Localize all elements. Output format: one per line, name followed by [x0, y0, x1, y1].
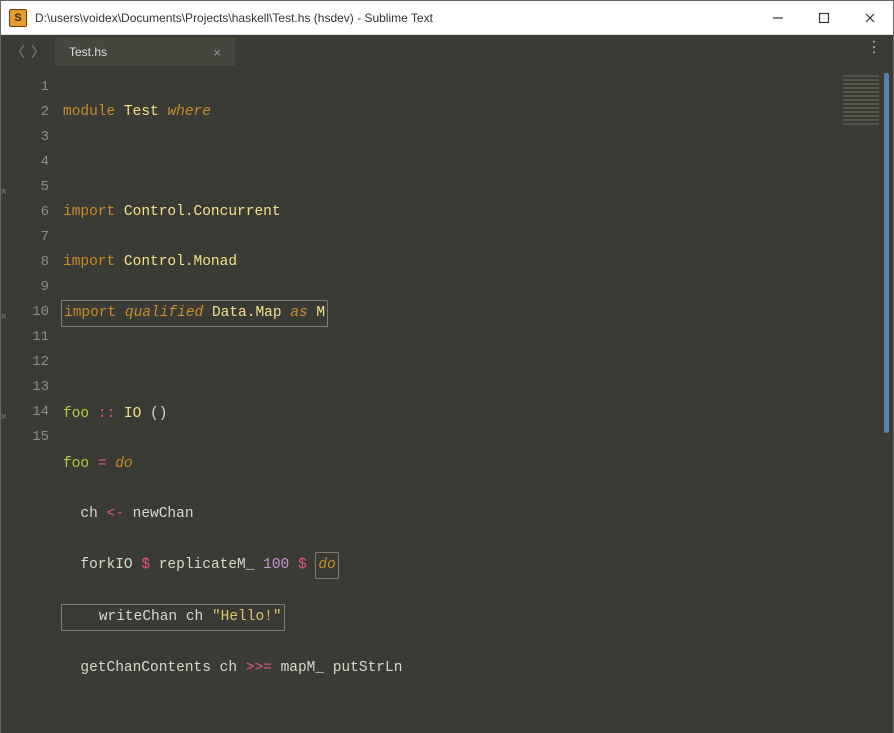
window-title: D:\users\voidex\Documents\Projects\haske…: [35, 11, 755, 25]
tab-strip: 〈 〉 Test.hs × ⋯: [1, 35, 893, 69]
gutter: 1 2 3 4 ×5 6 7 8 9 ×10 11 12 13 ×14 15: [1, 69, 59, 733]
app-icon: S: [9, 9, 27, 27]
code-line[interactable]: import qualified Data.Map as M: [63, 300, 893, 327]
line-number: 7: [1, 225, 49, 250]
code-line[interactable]: module Test where: [63, 100, 893, 125]
minimize-button[interactable]: [755, 1, 801, 35]
maximize-button[interactable]: [801, 1, 847, 35]
code-line[interactable]: [63, 150, 893, 175]
code-line[interactable]: writeChan ch "Hello!": [63, 604, 893, 631]
code-line[interactable]: foo = do: [63, 452, 893, 477]
code-line[interactable]: foo :: IO (): [63, 402, 893, 427]
line-number: 1: [1, 75, 49, 100]
minimap[interactable]: [843, 75, 879, 125]
line-number: 11: [1, 325, 49, 350]
code-line[interactable]: getChanContents ch >>= mapM_ putStrLn: [63, 656, 893, 681]
line-number: 3: [1, 125, 49, 150]
nav-back-icon[interactable]: 〈: [11, 42, 25, 62]
window-frame: S D:\users\voidex\Documents\Projects\has…: [0, 0, 894, 733]
tab-close-icon[interactable]: ×: [213, 45, 221, 60]
gutter-mark-icon: ×: [0, 181, 7, 189]
titlebar[interactable]: S D:\users\voidex\Documents\Projects\has…: [1, 1, 893, 35]
code-line[interactable]: ch <- newChan: [63, 502, 893, 527]
gutter-mark-icon: ×: [0, 306, 7, 314]
editor[interactable]: 1 2 3 4 ×5 6 7 8 9 ×10 11 12 13 ×14 15 m…: [1, 69, 893, 733]
line-number: 4: [1, 150, 49, 175]
nav-forward-icon[interactable]: 〉: [31, 42, 45, 62]
line-number: 15: [1, 425, 49, 450]
code-area[interactable]: module Test where import Control.Concurr…: [59, 69, 893, 733]
scrollbar[interactable]: [884, 73, 889, 433]
code-line[interactable]: import Control.Monad: [63, 250, 893, 275]
close-button[interactable]: [847, 1, 893, 35]
window-controls: [755, 1, 893, 35]
tab-active[interactable]: Test.hs ×: [55, 38, 235, 66]
line-number: 2: [1, 100, 49, 125]
app-body: 〈 〉 Test.hs × ⋯ 1 2 3 4 ×5 6 7 8 9 ×10 1…: [1, 35, 893, 733]
gutter-mark-icon: ×: [0, 406, 7, 414]
line-number: 9: [1, 275, 49, 300]
code-line[interactable]: import Control.Concurrent: [63, 200, 893, 225]
code-line[interactable]: [63, 352, 893, 377]
tab-label: Test.hs: [69, 45, 107, 59]
nav-arrows: 〈 〉: [7, 42, 45, 62]
line-number: 13: [1, 375, 49, 400]
line-number: ×5: [1, 175, 49, 200]
line-number: ×10: [1, 300, 49, 325]
overflow-menu-icon[interactable]: ⋯: [864, 39, 884, 65]
line-number: ×14: [1, 400, 49, 425]
code-line[interactable]: [63, 706, 893, 731]
code-line[interactable]: forkIO $ replicateM_ 100 $ do: [63, 552, 893, 579]
line-number: 6: [1, 200, 49, 225]
line-number: 12: [1, 350, 49, 375]
line-number: 8: [1, 250, 49, 275]
